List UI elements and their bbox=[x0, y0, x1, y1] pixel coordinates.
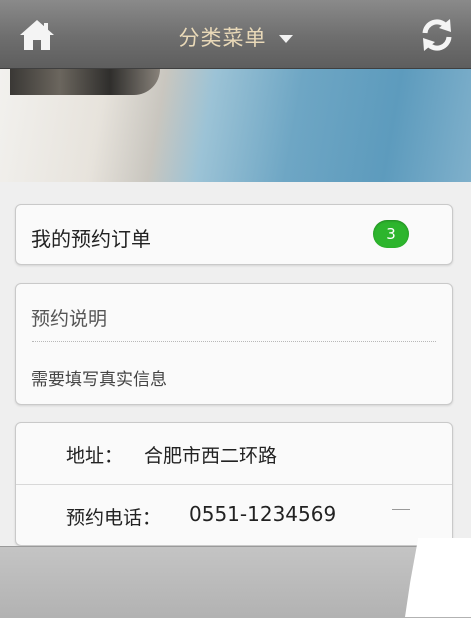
category-menu-label: 分类菜单 bbox=[178, 26, 267, 50]
order-count-badge: 3 bbox=[373, 220, 409, 248]
category-menu-dropdown[interactable]: 分类菜单 bbox=[0, 22, 471, 52]
top-nav-bar: 分类菜单 bbox=[0, 0, 471, 69]
address-row: 地址： 合肥市西二环路 bbox=[16, 423, 452, 483]
contact-card: 地址： 合肥市西二环路 预约电话： 0551-1234569 bbox=[15, 422, 453, 546]
refresh-button[interactable] bbox=[417, 15, 457, 55]
instructions-text: 需要填写真实信息 bbox=[31, 370, 167, 390]
my-orders-card[interactable]: 我的预约订单 3 bbox=[15, 204, 453, 265]
bottom-bar bbox=[0, 546, 471, 618]
phone-row-mark bbox=[392, 509, 410, 510]
beach-banner-image bbox=[0, 69, 471, 182]
instructions-card: 预约说明 需要填写真实信息 bbox=[15, 283, 453, 405]
my-orders-label: 我的预约订单 bbox=[31, 227, 151, 251]
phone-value[interactable]: 0551-1234569 bbox=[189, 502, 336, 526]
instructions-divider bbox=[32, 341, 436, 342]
refresh-icon bbox=[422, 19, 452, 51]
banner-rock-shape bbox=[10, 69, 160, 95]
address-label: 地址： bbox=[66, 445, 124, 467]
chevron-down-icon bbox=[278, 35, 293, 43]
phone-label: 预约电话： bbox=[66, 507, 162, 529]
address-value: 合肥市西二环路 bbox=[144, 445, 278, 467]
phone-row[interactable]: 预约电话： 0551-1234569 bbox=[16, 484, 452, 545]
instructions-title: 预约说明 bbox=[31, 308, 108, 330]
